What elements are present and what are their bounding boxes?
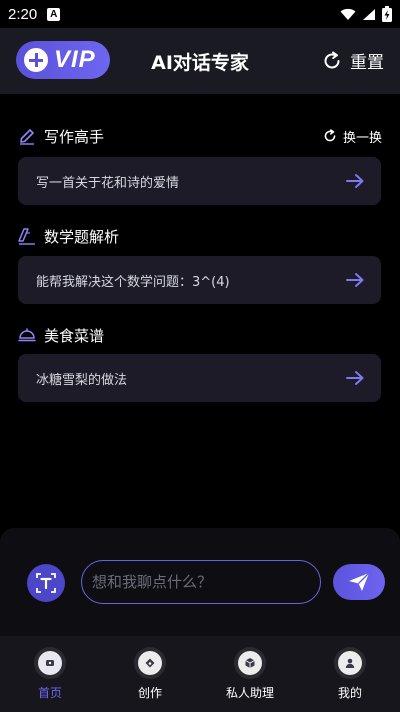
pencil-ruler-icon bbox=[18, 228, 35, 245]
bottom-nav: 首页 创作 私人助理 我的 bbox=[0, 636, 400, 712]
section-title: 美食菜谱 bbox=[44, 326, 105, 345]
nav-label: 创作 bbox=[137, 686, 162, 700]
app-header: VIP AI对话专家 重置 bbox=[0, 28, 400, 94]
assistant-icon bbox=[238, 651, 262, 675]
food-dome-icon bbox=[18, 328, 36, 342]
prompt-text: 冰糖雪梨的做法 bbox=[36, 372, 128, 388]
signal-icon bbox=[363, 8, 375, 20]
nav-item-create[interactable]: 创作 bbox=[100, 636, 200, 712]
arrow-right-icon bbox=[346, 371, 364, 385]
arrow-right-icon bbox=[346, 174, 364, 188]
reset-button[interactable]: 重置 bbox=[322, 48, 384, 73]
create-icon bbox=[138, 651, 162, 675]
send-icon bbox=[349, 572, 370, 591]
nav-item-home[interactable]: 首页 bbox=[0, 636, 100, 712]
status-icons bbox=[340, 6, 392, 22]
text-mode-button[interactable] bbox=[27, 564, 65, 602]
shuffle-label: 换一换 bbox=[342, 130, 382, 146]
chat-input-bar bbox=[0, 528, 400, 636]
prompt-card[interactable]: 冰糖雪梨的做法 bbox=[18, 354, 381, 402]
pen-icon bbox=[20, 129, 34, 145]
home-icon bbox=[38, 651, 62, 675]
nav-item-assistant[interactable]: 私人助理 bbox=[200, 636, 300, 712]
app-notification-icon: A bbox=[47, 7, 61, 21]
status-bar: 2:20 A bbox=[0, 0, 400, 28]
section-title: 写作高手 bbox=[44, 127, 105, 146]
prompt-text: 能帮我解决这个数学问题：3^(4) bbox=[36, 274, 230, 290]
refresh-icon bbox=[324, 129, 336, 142]
chat-input[interactable] bbox=[81, 560, 321, 604]
nav-item-profile[interactable]: 我的 bbox=[300, 636, 400, 712]
nav-label: 私人助理 bbox=[225, 686, 274, 700]
wifi-icon bbox=[340, 8, 356, 20]
section-header-recipe: 美食菜谱 bbox=[18, 323, 382, 347]
send-button[interactable] bbox=[333, 564, 385, 600]
prompt-card[interactable]: 能帮我解决这个数学问题：3^(4) bbox=[18, 256, 381, 304]
arrow-right-icon bbox=[346, 273, 364, 287]
refresh-icon bbox=[324, 51, 340, 68]
reset-label: 重置 bbox=[350, 53, 384, 73]
nav-label: 我的 bbox=[337, 686, 362, 700]
status-time: 2:20 bbox=[8, 5, 38, 23]
prompt-text: 写一首关于花和诗的爱情 bbox=[36, 175, 180, 191]
shuffle-button[interactable]: 换一换 bbox=[323, 127, 382, 146]
section-header-math: 数学题解析 bbox=[18, 224, 382, 248]
text-format-icon bbox=[36, 573, 56, 593]
prompt-card[interactable]: 写一首关于花和诗的爱情 bbox=[18, 157, 381, 205]
section-title: 数学题解析 bbox=[44, 227, 120, 246]
battery-icon bbox=[382, 6, 392, 22]
profile-icon bbox=[338, 651, 362, 675]
nav-label: 首页 bbox=[37, 686, 62, 700]
section-header-writing: 写作高手 换一换 bbox=[18, 124, 382, 148]
